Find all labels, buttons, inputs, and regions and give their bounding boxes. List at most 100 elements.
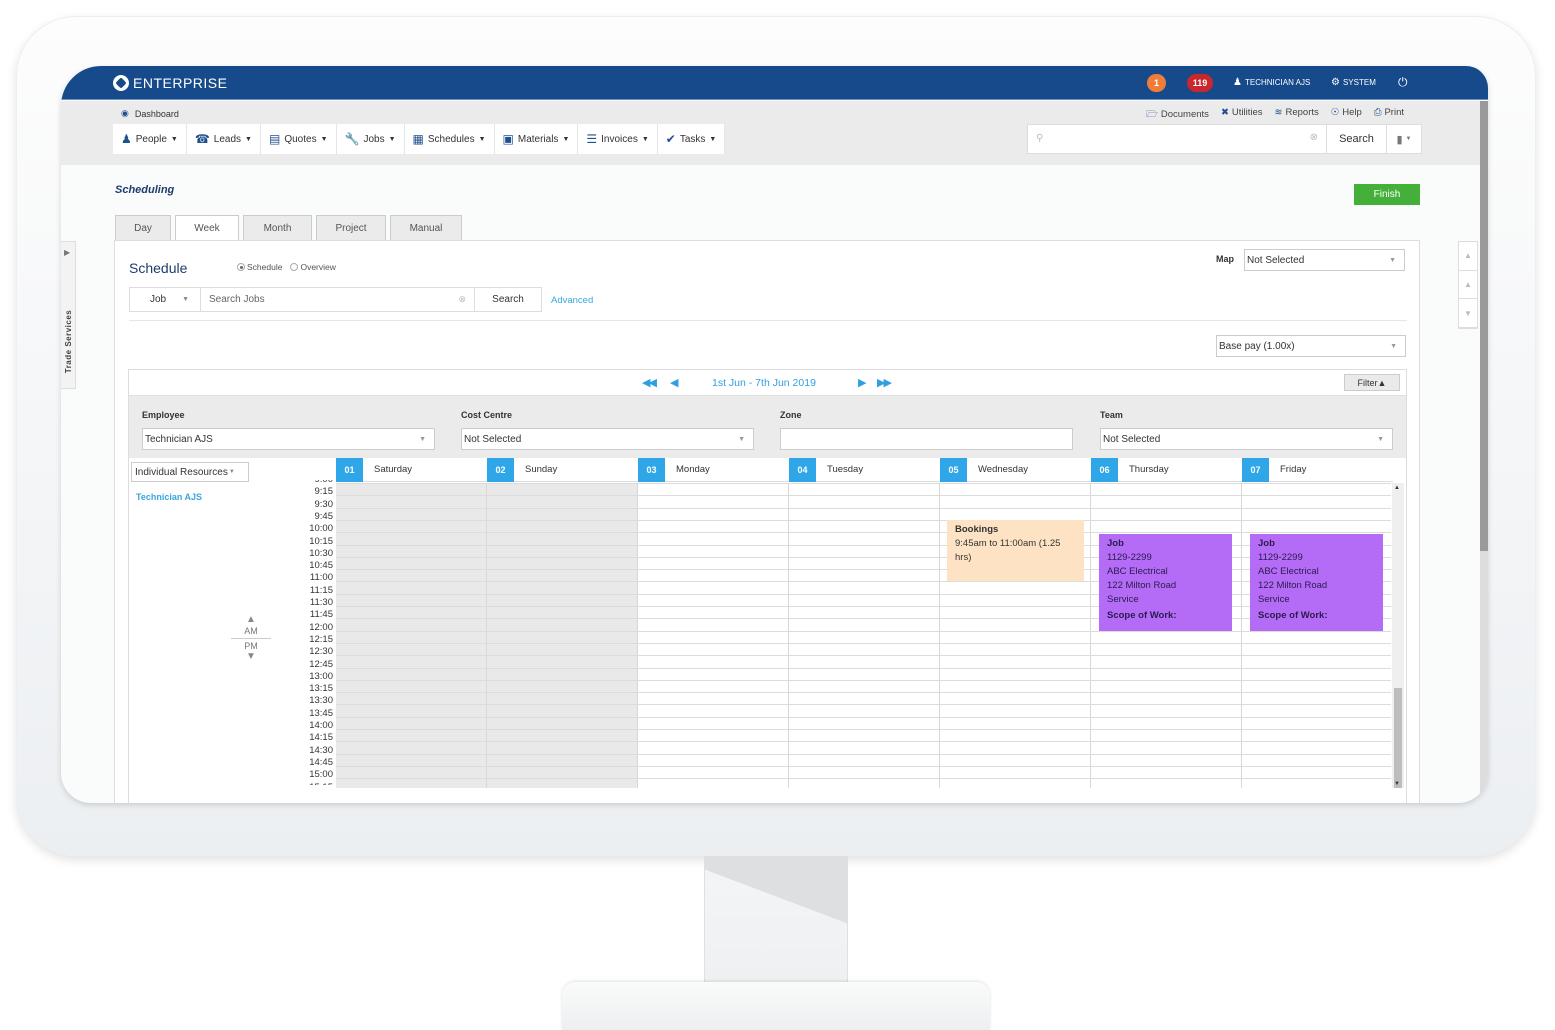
tab-week[interactable]: Week — [175, 215, 239, 241]
zone-input[interactable] — [780, 428, 1073, 450]
day-header-saturday[interactable]: 01 Saturday — [336, 457, 487, 482]
monitor-stand-base — [562, 982, 990, 1030]
bookmark-dropdown[interactable]: ▮ ▼ — [1387, 125, 1421, 153]
day-header-wednesday[interactable]: 05 Wednesday — [940, 457, 1091, 482]
notification-badge[interactable]: 1 — [1147, 74, 1166, 92]
time-label: 12:30 — [309, 646, 333, 658]
nav-leads[interactable]: ☎ Leads ▼ — [187, 124, 261, 154]
tab-month[interactable]: Month — [243, 215, 312, 240]
scrollbar-thumb[interactable] — [1394, 688, 1402, 788]
wrench-icon: 🔧 — [344, 132, 360, 146]
top-bar: ENTERPRISE 1 119 ♟ TECHNICIAN AJS ⚙ SYST… — [61, 66, 1488, 100]
time-grid: Bookings 9:45am to 11:00am (1.25 hrs) Job 1… — [336, 483, 1391, 788]
pay-rate-select[interactable]: Base pay (1.00x) ▼ — [1216, 335, 1406, 357]
job-search-input[interactable]: Search Jobs ⊗ — [201, 288, 475, 311]
resource-mode-select[interactable]: Individual Resources ▼ — [131, 462, 249, 482]
app-logo[interactable]: ENTERPRISE — [113, 75, 227, 91]
event-detail: 122 Milton Road — [1107, 580, 1177, 592]
advanced-search-link[interactable]: Advanced — [551, 295, 593, 306]
nav-jobs[interactable]: 🔧 Jobs ▼ — [337, 124, 405, 154]
time-gridline — [336, 618, 1391, 620]
time-label: 9:30 — [314, 498, 334, 510]
nav-materials[interactable]: ▣ Materials ▼ — [495, 124, 579, 154]
nav-invoices[interactable]: ☰ Invoices ▼ — [578, 124, 658, 154]
documents-link[interactable]: 🗁 Documents — [1146, 107, 1209, 123]
scrollbar-thumb[interactable] — [1480, 101, 1488, 551]
time-gridline — [336, 704, 1391, 706]
nav-label: Materials — [517, 133, 559, 145]
nav-schedules[interactable]: ▦ Schedules ▼ — [405, 124, 495, 154]
global-search-button[interactable]: Search — [1327, 125, 1387, 153]
clear-icon[interactable]: ⊗ — [458, 294, 466, 305]
booking-event[interactable]: Bookings 9:45am to 11:00am (1.25 hrs) — [947, 519, 1084, 582]
radio-label: Schedule — [247, 262, 283, 272]
day-header-sunday[interactable]: 02 Sunday — [487, 457, 638, 482]
resource-name[interactable]: Technician AJS — [136, 492, 202, 502]
box-icon: ▣ — [502, 132, 514, 146]
select-value: Not Selected — [1247, 254, 1305, 266]
radio-schedule[interactable]: Schedule — [237, 262, 282, 272]
job-event[interactable]: Job 1129-2299 ABC Electrical 122 Milton Roa… — [1099, 534, 1232, 631]
nav-quotes[interactable]: ▤ Quotes ▼ — [261, 124, 337, 154]
dashboard-link[interactable]: ◉ Dashboard — [121, 108, 179, 119]
pm-label[interactable]: PM — [231, 641, 271, 651]
day-header-friday[interactable]: 07 Friday — [1242, 457, 1393, 482]
time-label: 13:30 — [309, 695, 333, 707]
time-label: 15:15 — [309, 782, 333, 786]
caret-icon: ▼ — [1405, 136, 1412, 142]
tab-project[interactable]: Project — [316, 215, 386, 240]
power-button[interactable]: ⏻ — [1398, 75, 1408, 90]
scroll-top-button[interactable]: ▲ — [1459, 242, 1477, 271]
am-up-button[interactable]: ▲ — [231, 614, 271, 626]
time-label: 13:00 — [309, 670, 333, 682]
job-event[interactable]: Job 1129-2299 ABC Electrical 122 Milton Roa… — [1250, 534, 1383, 631]
cost-centre-select[interactable]: Not Selected ▼ — [461, 428, 754, 450]
help-link[interactable]: ☉ Help — [1331, 107, 1362, 123]
search-type-value: Job — [150, 294, 167, 305]
team-select[interactable]: Not Selected ▼ — [1100, 428, 1393, 450]
next-week-button[interactable]: ▶ — [858, 376, 867, 389]
user-menu[interactable]: ♟ TECHNICIAN AJS — [1233, 77, 1310, 88]
prev-month-button[interactable]: ◀◀ — [642, 376, 657, 389]
print-link[interactable]: ⎙ Print — [1374, 107, 1404, 123]
time-label: 10:00 — [309, 523, 333, 535]
alerts-badge[interactable]: 119 — [1187, 74, 1213, 92]
day-header-monday[interactable]: 03 Monday — [638, 457, 789, 482]
nav-label: Invoices — [601, 133, 638, 145]
coins-icon: ☰ — [586, 132, 598, 146]
day-number: 07 — [1242, 457, 1269, 482]
time-label: 11:30 — [309, 597, 333, 608]
map-select[interactable]: Not Selected ▼ — [1244, 249, 1405, 271]
nav-tasks[interactable]: ✔ Tasks ▼ — [658, 124, 726, 154]
logo-icon — [113, 75, 129, 91]
select-value: Individual Resources — [135, 466, 228, 478]
scroll-down-button[interactable]: ▼ — [1459, 299, 1477, 329]
nav-people[interactable]: ♟ People ▼ — [113, 124, 187, 154]
prev-week-button[interactable]: ◀ — [670, 376, 679, 389]
page-scrollbar[interactable] — [1480, 101, 1488, 801]
scroll-down-icon[interactable]: ▼ — [1394, 781, 1400, 787]
scroll-up-button[interactable]: ▲ — [1459, 271, 1477, 300]
tab-manual[interactable]: Manual — [390, 215, 462, 240]
calendar-scrollbar[interactable]: ▲ ▼ — [1392, 483, 1404, 788]
search-type-dropdown[interactable]: Job ▼ — [130, 288, 201, 311]
clear-icon[interactable]: ⊗ — [1310, 132, 1318, 143]
filter-toggle-button[interactable]: Filter▲ — [1344, 374, 1400, 391]
day-header-thursday[interactable]: 06 Thursday — [1091, 457, 1242, 482]
radio-overview[interactable]: Overview — [290, 262, 336, 272]
scroll-up-icon[interactable]: ▲ — [1394, 485, 1400, 491]
finish-button[interactable]: Finish — [1354, 184, 1420, 205]
time-label: 10:45 — [309, 560, 333, 572]
job-search-button[interactable]: Search — [475, 288, 541, 311]
day-header-tuesday[interactable]: 04 Tuesday — [789, 457, 940, 482]
tab-day[interactable]: Day — [115, 215, 171, 240]
employee-select[interactable]: Technician AJS ▼ — [142, 428, 435, 450]
am-label[interactable]: AM — [231, 626, 271, 636]
next-month-button[interactable]: ▶▶ — [877, 376, 892, 389]
utilities-link[interactable]: ✖ Utilities — [1221, 107, 1263, 123]
reports-link[interactable]: ≋ Reports — [1275, 107, 1319, 123]
trade-services-panel-toggle[interactable]: ▶ Trade Services — [61, 241, 76, 389]
system-menu[interactable]: ⚙ SYSTEM — [1331, 77, 1376, 88]
pm-down-button[interactable]: ▼ — [231, 651, 271, 663]
global-search-input[interactable]: ⚲ ⊗ — [1028, 125, 1327, 153]
